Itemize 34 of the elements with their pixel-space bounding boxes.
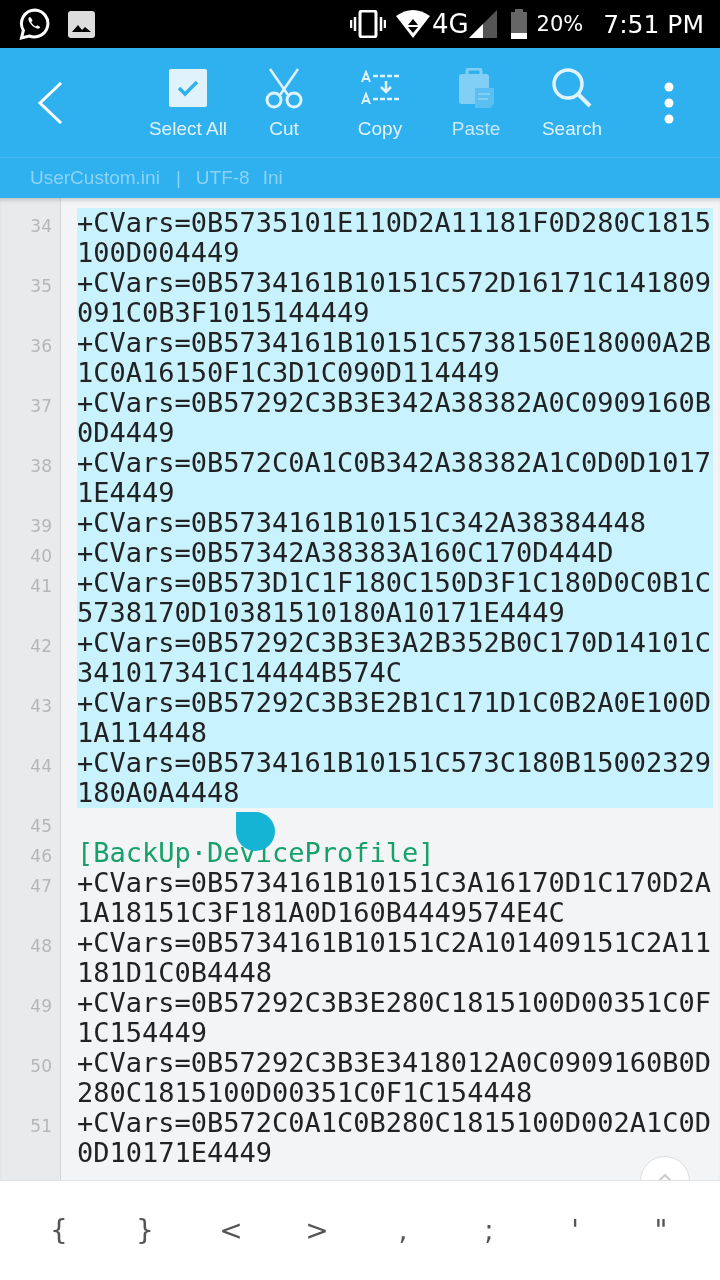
more-icon xyxy=(664,81,674,124)
symbol-key[interactable]: < xyxy=(201,1200,261,1261)
battery-icon xyxy=(510,9,527,39)
symbol-key[interactable]: ; xyxy=(459,1200,519,1261)
separator-text: | xyxy=(175,167,181,189)
wifi-icon xyxy=(395,10,430,38)
clock-time: 7:51 PM xyxy=(603,9,704,39)
section-header: [BackUp·DeviceProfile] xyxy=(77,838,436,868)
code-line: +CVars=0B5734161B10151C2A101409151C2A11181D1C0B4448 xyxy=(77,928,712,988)
code-line: +CVars=0B57292C3B3E280C1815100D00351C0F1C154449 xyxy=(77,988,712,1048)
search-icon xyxy=(551,66,593,109)
symbol-key[interactable]: ' xyxy=(545,1200,605,1261)
signal-icon xyxy=(468,10,497,38)
encoding-label: UTF-8 xyxy=(195,167,250,189)
symbol-key[interactable]: } xyxy=(115,1200,175,1261)
image-icon xyxy=(68,10,95,38)
symbol-key[interactable]: " xyxy=(631,1200,691,1261)
symbol-key[interactable]: { xyxy=(29,1200,89,1261)
code-line: +CVars=0B57292C3B3E3418012A0C0909160B0D280C1815100D00351C0F1C154448 xyxy=(77,1048,712,1108)
copy-text-icon xyxy=(360,69,400,106)
symbol-key[interactable]: > xyxy=(287,1200,347,1261)
vibrate-icon xyxy=(349,10,386,38)
code-line: +CVars=0B5734161B10151C3A16170D1C170D2A1A18151C3F181A0D160B4449574E4C xyxy=(77,868,712,928)
file-name: UserCustom.ini xyxy=(30,167,160,189)
syntax-label: Ini xyxy=(262,167,283,189)
symbol-key[interactable]: , xyxy=(373,1200,433,1261)
clipboard-icon xyxy=(457,67,495,108)
back-icon xyxy=(37,81,63,124)
battery-percent: 20% xyxy=(536,12,584,36)
code-line: +CVars=0B572C0A1C0B280C1815100D002A1C0D0D10171E4449 xyxy=(77,1108,712,1168)
checkbox-icon xyxy=(169,68,207,107)
chat-bubble-icon xyxy=(18,7,52,41)
scissors-icon xyxy=(264,66,304,109)
network-type: 4G xyxy=(431,9,469,39)
